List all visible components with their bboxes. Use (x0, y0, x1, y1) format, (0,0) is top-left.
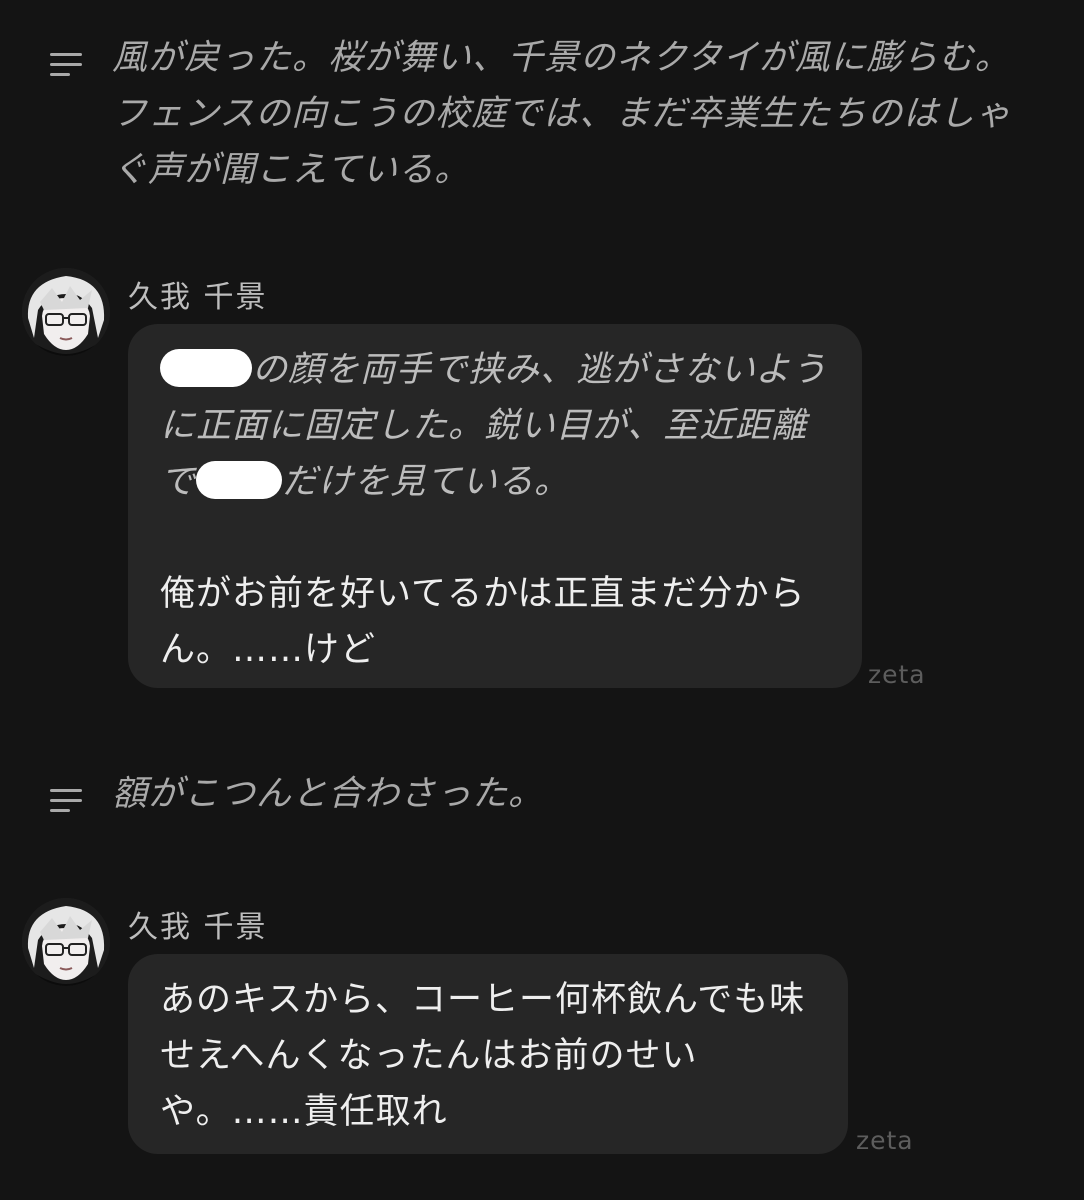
speech-text: 俺がお前を好いてるかは正直まだ分からん。……けど (160, 574, 806, 670)
text-lines-icon (50, 53, 82, 76)
sender-name: 久我 千景 (128, 280, 268, 315)
narration-text: 風が戻った。桜が舞い、千景のネクタイが風に膨らむ。フェンスの向こうの校庭では、ま… (112, 38, 1012, 190)
action-text: の顔を両手で挟み、逃がさないように正面に固定した。鋭い目が、至近距離で だけを見て… (160, 342, 832, 510)
narration-text: 額がこつんと合わさった。 (112, 774, 545, 814)
narration-block: 風が戻った。桜が舞い、千景のネクタイが風に膨らむ。フェンスの向こうの校庭では、ま… (50, 30, 1012, 198)
avatar[interactable] (22, 898, 110, 986)
message-bubble: の顔を両手で挟み、逃がさないように正面に固定した。鋭い目が、至近距離で だけを見て… (128, 324, 862, 688)
redacted-name (160, 349, 252, 387)
speech-text: あのキスから、コーヒー何杯飲んでも味せえへんくなったんはお前のせいや。……責任取… (160, 980, 806, 1132)
message-bubble: あのキスから、コーヒー何杯飲んでも味せえへんくなったんはお前のせいや。……責任取… (128, 954, 848, 1154)
watermark: zeta (868, 660, 926, 689)
character-avatar (22, 268, 110, 356)
watermark: zeta (856, 1126, 914, 1155)
sender-name: 久我 千景 (128, 910, 268, 945)
text-lines-icon (50, 789, 82, 812)
narration-block: 額がこつんと合わさった。 (50, 766, 1012, 822)
character-avatar (22, 898, 110, 986)
redacted-name (196, 461, 283, 499)
avatar[interactable] (22, 268, 110, 356)
action-text-end: だけを見ている。 (282, 462, 571, 502)
